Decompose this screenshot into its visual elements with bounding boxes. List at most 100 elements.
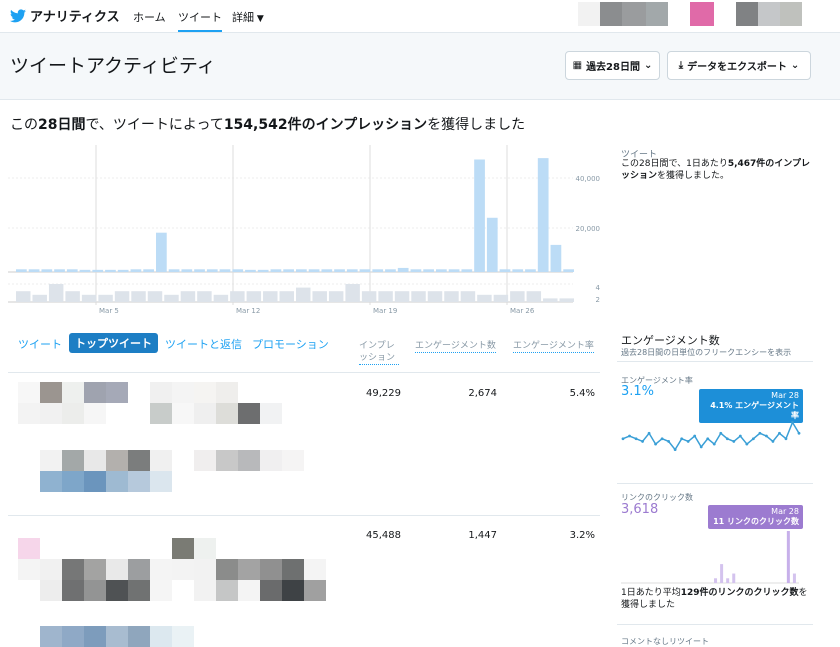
engagements-panel-title: エンゲージメント数 <box>621 334 720 347</box>
x-tick-label: Mar 26 <box>510 307 535 315</box>
brand[interactable]: アナリティクス <box>10 6 120 25</box>
link-foot-prefix: 1日あたり平均 <box>621 588 681 598</box>
rate-point <box>699 445 703 449</box>
rate-point <box>771 440 775 443</box>
rate-point <box>745 442 749 446</box>
engagements-bar <box>460 291 476 302</box>
engagements-bar <box>493 294 509 302</box>
engagements-bar <box>263 291 278 302</box>
engagements-bar <box>81 294 97 302</box>
engagements-bar <box>230 291 245 302</box>
impressions-bar <box>283 269 294 272</box>
headline-days: 28日間 <box>38 117 86 133</box>
link-click-bar <box>732 573 736 583</box>
redacted-tweet-text <box>18 382 282 424</box>
impressions-bar <box>156 232 167 272</box>
rate-point <box>673 448 677 451</box>
nav-more[interactable]: 詳細 ▼ <box>232 9 264 25</box>
impressions-bar <box>436 269 447 272</box>
impressions-bar <box>486 217 498 272</box>
column-header-impressions[interactable]: インプレッション <box>359 340 399 365</box>
impressions-chart: 40,000 20,000 4 2 Mar 5 Mar 12 Mar 19 Mar 26 <box>8 145 601 315</box>
engagements-bar <box>197 291 212 302</box>
impressions-bar <box>79 269 91 272</box>
engagements-bar <box>16 291 31 302</box>
row-engagement-rate: 3.2% <box>569 530 595 541</box>
rate-point <box>680 437 684 441</box>
x-tick-label: Mar 5 <box>99 307 119 315</box>
engagements-bar <box>361 291 377 302</box>
impressions-bar <box>130 269 142 272</box>
row-engagements: 1,447 <box>468 530 497 541</box>
row-impressions: 45,488 <box>366 530 401 541</box>
chevron-down-icon: ⌄ <box>790 60 800 71</box>
nav-home[interactable]: ホーム <box>133 9 166 25</box>
engagements-bar <box>427 291 443 302</box>
impressions-bar <box>28 269 40 272</box>
link-clicks-badge: Mar 28 11 リンクのクリック数 <box>708 505 803 529</box>
tab-tweets-and-replies[interactable]: ツイートと返信 <box>165 336 242 352</box>
headline-middle: で、ツイートによって <box>85 117 224 133</box>
brand-label: アナリティクス <box>30 10 120 25</box>
redacted-tweet-text <box>40 626 216 647</box>
period-dropdown-button[interactable]: ▦ 過去28日間 ⌄ <box>565 51 660 80</box>
row-engagement-rate: 5.4% <box>569 388 595 399</box>
row-impressions: 49,229 <box>366 388 401 399</box>
y-tick-label: 20,000 <box>576 225 601 233</box>
impressions-bar <box>232 269 244 272</box>
rate-point <box>778 431 781 435</box>
rate-point <box>712 442 716 446</box>
impressions-bar <box>550 244 562 272</box>
page-title: ツイートアクティビティ <box>10 55 216 77</box>
link-click-bar <box>792 573 796 583</box>
top-nav: アナリティクス ホーム ツイート 詳細 ▼ <box>0 0 840 32</box>
tab-promotions[interactable]: プロモーション <box>252 336 329 352</box>
engagements-bar <box>559 298 574 302</box>
impressions-bar <box>423 269 434 272</box>
panel-divider <box>617 361 813 362</box>
impressions-bar <box>92 269 104 272</box>
engagements-bar <box>378 291 393 302</box>
impressions-bar <box>270 269 282 272</box>
engagements-bar <box>345 284 360 302</box>
engagements-bar <box>411 291 426 302</box>
rate-point <box>797 431 801 435</box>
engagements-bar <box>444 291 459 302</box>
impressions-bar <box>385 269 396 272</box>
engagement-rate-sparkline <box>621 420 801 451</box>
impressions-bar <box>537 158 549 272</box>
tab-top-tweets[interactable]: トップツイート <box>69 333 158 353</box>
impressions-bar <box>499 269 511 272</box>
column-header-engagement-rate[interactable]: エンゲージメント率 <box>513 340 594 353</box>
side-desc-prefix: この28日間で、1日あたり <box>621 159 728 169</box>
engagements-panel-subtitle: 過去28日間の日単位のフリークエンシーを表示 <box>621 348 792 357</box>
rate-point <box>654 442 657 446</box>
headline-suffix: を獲得しました <box>427 117 526 133</box>
nav-tweets[interactable]: ツイート <box>178 9 222 32</box>
rate-point <box>791 421 794 424</box>
chevron-down-icon: ⌄ <box>643 60 653 71</box>
nav-more-label: 詳細 <box>232 11 254 24</box>
impressions-bar <box>397 267 409 272</box>
rate-point <box>706 437 710 441</box>
impressions-bar <box>321 269 333 272</box>
impressions-bar <box>359 269 371 272</box>
engagements-bar <box>147 291 163 302</box>
impressions-bar <box>16 269 27 272</box>
rate-point <box>732 440 736 443</box>
tab-tweets[interactable]: ツイート <box>18 336 62 352</box>
impressions-bar <box>474 159 485 272</box>
column-header-engagements[interactable]: エンゲージメント数 <box>415 340 496 353</box>
panel-divider <box>617 483 813 484</box>
download-icon: ⤓ <box>678 60 684 71</box>
export-data-button[interactable]: ⤓ データをエクスポート ⌄ <box>667 51 811 80</box>
impressions-bar <box>372 269 384 272</box>
link-click-bar <box>720 564 724 583</box>
engagements-bar <box>246 291 262 302</box>
x-tick-label: Mar 12 <box>236 307 260 315</box>
engagements-bar <box>296 287 311 302</box>
chevron-down-icon: ▼ <box>254 14 264 24</box>
badge-date: Mar 28 <box>771 391 799 400</box>
impressions-bar <box>66 269 78 272</box>
link-click-bar <box>726 578 730 583</box>
